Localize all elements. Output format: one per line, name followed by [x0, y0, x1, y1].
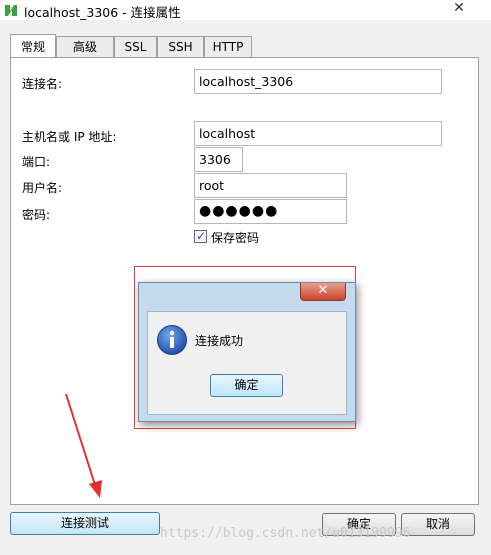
close-icon: ✕	[317, 283, 329, 298]
password-label: 密码:	[22, 208, 51, 222]
close-icon: ✕	[453, 0, 465, 16]
tab-advanced[interactable]: 高级	[56, 36, 114, 58]
dialog-message: 连接成功	[195, 334, 244, 348]
annotation-arrow-icon	[65, 393, 102, 498]
save-password-label: 保存密码	[211, 231, 260, 245]
username-label: 用户名:	[22, 181, 63, 195]
dialog-close-button[interactable]: ✕	[300, 283, 346, 301]
dialog-body: 连接成功 确定	[147, 311, 347, 415]
tab-http[interactable]: HTTP	[204, 36, 252, 58]
port-input[interactable]: 3306	[194, 147, 243, 172]
port-label: 端口:	[22, 155, 51, 169]
tab-ssl[interactable]: SSL	[114, 36, 157, 58]
username-input[interactable]: root	[194, 173, 347, 198]
info-icon	[157, 325, 187, 355]
save-password-checkbox[interactable]: ✓	[194, 229, 207, 243]
cancel-button[interactable]: 取消	[401, 513, 475, 536]
host-label: 主机名或 IP 地址:	[22, 130, 117, 144]
test-connection-button[interactable]: 连接测试	[10, 512, 160, 535]
tab-ssh[interactable]: SSH	[157, 36, 204, 58]
window-close-button[interactable]: ✕	[437, 0, 481, 18]
connection-name-label: 连接名:	[22, 77, 63, 91]
connection-name-input[interactable]: localhost_3306	[194, 69, 442, 94]
connection-success-dialog: ✕ 连接成功 确定	[138, 282, 356, 422]
watermark-text: https://blog.csdn.net/u013199996	[160, 526, 411, 541]
dialog-ok-button[interactable]: 确定	[210, 374, 283, 397]
check-icon: ✓	[196, 229, 207, 243]
window-title: localhost_3306 - 连接属性	[24, 5, 181, 20]
navicat-app-icon	[5, 5, 17, 16]
window-titlebar: localhost_3306 - 连接属性 ✕	[0, 0, 491, 20]
tab-general[interactable]: 常规	[10, 34, 56, 57]
password-input[interactable]: ●●●●●●	[194, 199, 347, 224]
host-input[interactable]: localhost	[194, 121, 442, 146]
